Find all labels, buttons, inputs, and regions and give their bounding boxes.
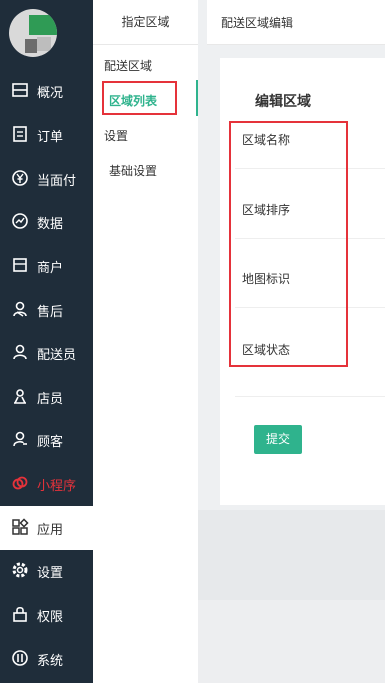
panel-title: 编辑区域 bbox=[255, 94, 311, 110]
order-icon bbox=[13, 126, 27, 142]
sidebar-item-label: 售后 bbox=[37, 305, 64, 320]
divider bbox=[235, 396, 385, 397]
content-footer bbox=[198, 510, 385, 600]
sidebar-item-label: 系统 bbox=[37, 654, 64, 669]
sidebar-item-label: 权限 bbox=[37, 610, 64, 625]
logo-area bbox=[0, 0, 93, 72]
sidebar-item-data[interactable]: 数据 bbox=[0, 200, 93, 244]
main-header: 配送区域编辑 bbox=[207, 0, 385, 45]
sidebar-item-overview[interactable]: 概况 bbox=[0, 69, 93, 113]
subnav-item-basic-settings[interactable]: 基础设置 bbox=[109, 162, 157, 179]
sidebar-item-settings[interactable]: 设置 bbox=[0, 549, 93, 593]
sidebar-item-apps[interactable]: 应用 bbox=[0, 506, 93, 550]
sidebar-item-label: 配送员 bbox=[37, 348, 77, 363]
sidebar-item-label: 顾客 bbox=[37, 435, 64, 450]
lock-icon bbox=[13, 606, 27, 622]
annotation-box-form-fields bbox=[229, 121, 348, 367]
subnav-group-delivery-area[interactable]: 配送区域 bbox=[104, 57, 152, 74]
store-avatar[interactable] bbox=[9, 9, 57, 57]
column-gap bbox=[198, 0, 207, 510]
sidebar-item-permissions[interactable]: 权限 bbox=[0, 593, 93, 637]
sidebar-item-label: 小程序 bbox=[37, 479, 77, 494]
customer-icon bbox=[13, 431, 27, 447]
sidebar-item-label: 应用 bbox=[37, 523, 64, 538]
yen-icon bbox=[12, 170, 28, 186]
courier-icon bbox=[13, 344, 27, 360]
content-footer-lower bbox=[198, 600, 385, 683]
gear-icon bbox=[12, 562, 28, 578]
page-title: 配送区域编辑 bbox=[221, 16, 294, 30]
sidebar-item-label: 订单 bbox=[37, 130, 64, 145]
sidebar-item-clerk[interactable]: 店员 bbox=[0, 375, 93, 419]
overview-icon bbox=[12, 83, 28, 97]
sidebar-item-label: 数据 bbox=[37, 217, 64, 232]
sidebar-item-label: 店员 bbox=[37, 392, 64, 407]
shop-icon bbox=[13, 258, 27, 272]
sidebar-item-merchant[interactable]: 商户 bbox=[0, 244, 93, 288]
mini-program-icon bbox=[12, 476, 28, 490]
sidebar-item-pay[interactable]: 当面付 bbox=[0, 157, 93, 201]
sidebar-item-label: 概况 bbox=[37, 86, 64, 101]
sidebar-item-system[interactable]: 系统 bbox=[0, 637, 93, 681]
sidebar-item-customer[interactable]: 顾客 bbox=[0, 418, 93, 462]
sidebar-item-order[interactable]: 订单 bbox=[0, 113, 93, 157]
subnav-title: 指定区域 bbox=[93, 0, 198, 45]
chart-icon bbox=[12, 213, 28, 229]
sidebar-item-label: 设置 bbox=[37, 566, 64, 581]
sidebar-item-after-sale[interactable]: 售后 bbox=[0, 288, 93, 332]
sidebar-item-label: 当面付 bbox=[37, 174, 77, 189]
after-sale-icon bbox=[13, 301, 27, 317]
sidebar-item-mini-program[interactable]: 小程序 bbox=[0, 462, 93, 506]
sidebar-item-courier[interactable]: 配送员 bbox=[0, 331, 93, 375]
clerk-icon bbox=[14, 389, 26, 404]
apps-icon bbox=[12, 518, 29, 535]
sidebar-item-label: 商户 bbox=[37, 261, 64, 276]
main-sidebar: 概况 订单 当面付 数据 商户 售后 配送员 店员 顾客 小程序 应用 设置 权… bbox=[0, 0, 93, 683]
subnav-group-settings[interactable]: 设置 bbox=[104, 127, 128, 144]
system-icon bbox=[12, 650, 28, 666]
annotation-box-area-list bbox=[102, 81, 177, 115]
submit-button[interactable]: 提交 bbox=[254, 425, 302, 454]
